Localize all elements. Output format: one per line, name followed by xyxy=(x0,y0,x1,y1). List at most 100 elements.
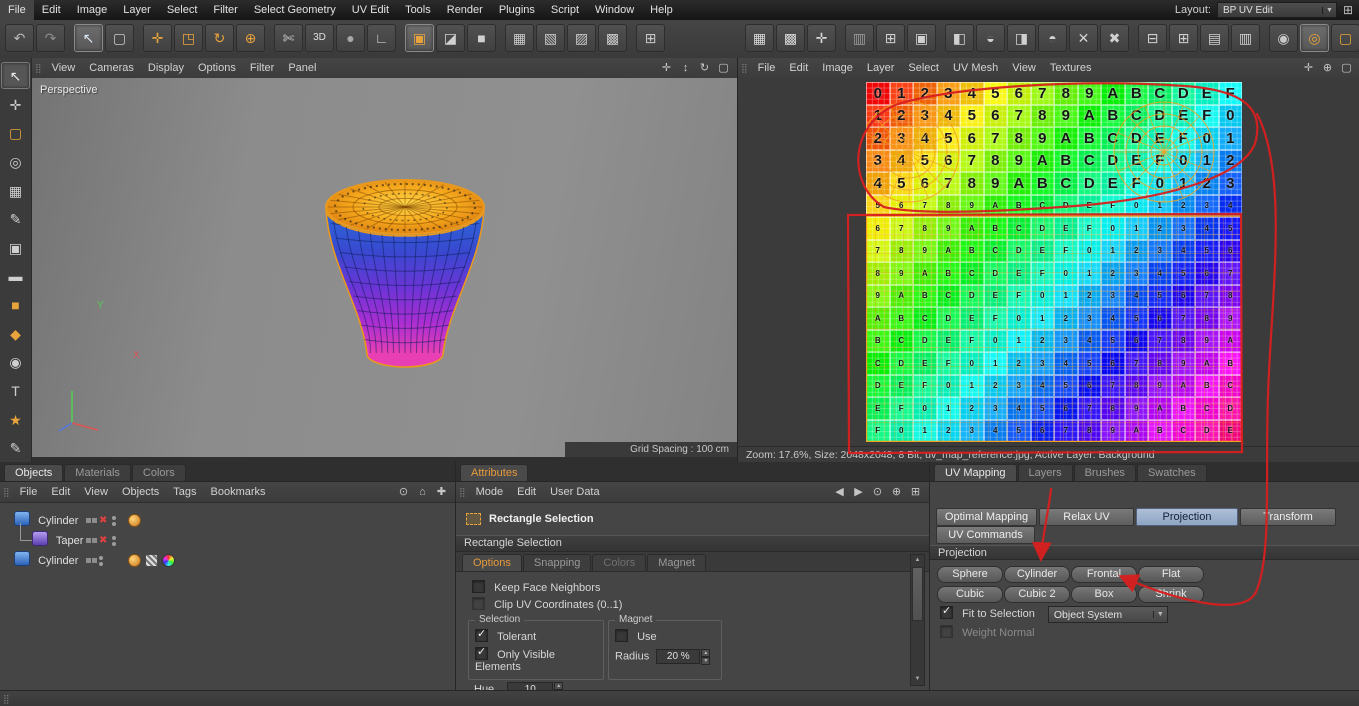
scrollbar-thumb[interactable] xyxy=(912,567,923,621)
panel-grip-icon[interactable]: ⣿ xyxy=(738,63,751,74)
layout-dropdown[interactable]: BP UV Edit ▼ xyxy=(1217,2,1337,18)
uv-move-icon[interactable]: ✛ xyxy=(1300,60,1317,76)
star-tool-icon[interactable]: ★ xyxy=(1,406,30,433)
objects-menu-view[interactable]: View xyxy=(77,482,115,502)
menu-plugins[interactable]: Plugins xyxy=(491,0,543,20)
rectangle-selection-icon[interactable]: ▢ xyxy=(105,24,134,52)
paintbrush-tool-icon[interactable]: ✎ xyxy=(1,205,30,232)
mirror-u-icon[interactable]: ◧ xyxy=(945,24,974,52)
tab-uv-mapping[interactable]: UV Mapping xyxy=(934,464,1017,481)
eraser-tool-icon[interactable]: ▬ xyxy=(1,262,30,289)
attributes-menu-edit[interactable]: Edit xyxy=(510,482,543,502)
phong-tag-icon[interactable] xyxy=(128,514,141,527)
sphere-primitive-icon[interactable]: ● xyxy=(336,24,365,52)
table-row[interactable]: Cylinder xyxy=(0,551,455,571)
tab-magnet[interactable]: Magnet xyxy=(647,554,706,571)
visibility-dots-icon[interactable] xyxy=(99,556,103,566)
marquee-select-tool-icon[interactable]: ▢ xyxy=(1,119,30,146)
menu-script[interactable]: Script xyxy=(543,0,587,20)
uv-menu-layer[interactable]: Layer xyxy=(860,58,902,78)
cylinder-object-icon[interactable] xyxy=(14,551,30,566)
tab-options[interactable]: Options xyxy=(462,554,522,571)
uv-menu-select[interactable]: Select xyxy=(901,58,946,78)
animation-mode-icon[interactable]: ▨ xyxy=(567,24,596,52)
uv-menu-textures[interactable]: Textures xyxy=(1043,58,1099,78)
uv-sphere-icon[interactable]: ◉ xyxy=(1269,24,1298,52)
clip-uv-checkbox[interactable] xyxy=(472,597,485,610)
viewport-menu-display[interactable]: Display xyxy=(141,58,191,78)
menu-uv-edit[interactable]: UV Edit xyxy=(344,0,397,20)
clipped-input[interactable]: 10 xyxy=(507,682,553,690)
last-tool-icon[interactable]: ⊕ xyxy=(236,24,265,52)
pixel-grid-icon[interactable]: ▥ xyxy=(845,24,874,52)
magnify-tool-icon[interactable]: ◎ xyxy=(1,148,30,175)
uv-menu-view[interactable]: View xyxy=(1005,58,1043,78)
menu-render[interactable]: Render xyxy=(439,0,491,20)
menu-file[interactable]: File xyxy=(0,0,34,20)
menu-help[interactable]: Help xyxy=(642,0,681,20)
unweld-uv-icon[interactable]: ✖ xyxy=(1100,24,1129,52)
viewport-menu-cameras[interactable]: Cameras xyxy=(82,58,141,78)
undo-icon[interactable]: ↶ xyxy=(5,24,34,52)
layer-icon[interactable] xyxy=(86,558,97,563)
history-forward-icon[interactable]: ▶ xyxy=(850,484,867,500)
scale-tool-icon[interactable]: ◳ xyxy=(174,24,203,52)
zoom-view-icon[interactable]: ↕ xyxy=(677,60,694,76)
lock-icon[interactable]: ⊕ xyxy=(888,484,905,500)
panel-icon[interactable]: ⊞ xyxy=(907,484,924,500)
object-name[interactable]: Cylinder xyxy=(38,515,78,527)
box-projection-button[interactable]: Box xyxy=(1071,586,1137,603)
uv-point-mode-icon[interactable]: ▦ xyxy=(745,24,774,52)
menu-window[interactable]: Window xyxy=(587,0,642,20)
uv-rect-select-icon[interactable]: ▢ xyxy=(1331,24,1359,52)
layer-icon[interactable] xyxy=(86,518,97,523)
panel-grip-icon[interactable]: ⣿ xyxy=(32,63,45,74)
section-header[interactable]: Rectangle Selection xyxy=(456,535,929,552)
objects-menu-objects[interactable]: Objects xyxy=(115,482,166,502)
layout-manager-icon[interactable]: ⊞ xyxy=(1343,3,1353,17)
dropper-tool-icon[interactable]: ◆ xyxy=(1,320,30,347)
tab-materials[interactable]: Materials xyxy=(64,464,131,481)
tab-colors[interactable]: Colors xyxy=(592,554,646,571)
rotate-view-icon[interactable]: ↻ xyxy=(696,60,713,76)
search-icon[interactable]: ⊙ xyxy=(869,484,886,500)
scroll-down-icon[interactable]: ▼ xyxy=(911,674,924,685)
projection-section-header[interactable]: Projection xyxy=(930,545,1359,560)
history-back-icon[interactable]: ◀ xyxy=(831,484,848,500)
uv-texture-grid[interactable]: 0123456789ABCDEF123456789ABCDEF023456789… xyxy=(866,82,1242,442)
texture-mode-icon[interactable]: ▩ xyxy=(598,24,627,52)
table-row[interactable]: Taper ✖ xyxy=(0,531,455,551)
object-axis-mode-icon[interactable]: ▧ xyxy=(536,24,565,52)
attributes-menu-mode[interactable]: Mode xyxy=(469,482,511,502)
axis-icon[interactable]: ∟ xyxy=(367,24,396,52)
magnet-use-checkbox[interactable] xyxy=(615,629,628,642)
edges-mode-icon[interactable]: ◪ xyxy=(436,24,465,52)
uv-menu-uv-mesh[interactable]: UV Mesh xyxy=(946,58,1005,78)
selection-arrow-tool-icon[interactable]: ↖ xyxy=(1,62,30,89)
optimal-mapping-button[interactable]: Optimal Mapping xyxy=(936,508,1037,526)
transform-button[interactable]: Transform xyxy=(1240,508,1336,526)
flip-u-icon[interactable]: ◨ xyxy=(1007,24,1036,52)
tab-snapping[interactable]: Snapping xyxy=(523,554,592,571)
menu-tools[interactable]: Tools xyxy=(397,0,439,20)
tab-colors[interactable]: Colors xyxy=(132,464,186,481)
panel-grip-icon[interactable]: ⣿ xyxy=(0,487,13,498)
live-selection-icon[interactable]: ↖ xyxy=(74,24,103,52)
uv-menu-image[interactable]: Image xyxy=(815,58,860,78)
viewport-menu-view[interactable]: View xyxy=(45,58,83,78)
tab-layers[interactable]: Layers xyxy=(1018,464,1073,481)
projection-button[interactable]: Projection xyxy=(1136,508,1238,526)
object-name[interactable]: Taper xyxy=(56,535,84,547)
tolerant-checkbox[interactable] xyxy=(475,629,488,642)
uv-polygon-mode-icon[interactable]: ▩ xyxy=(776,24,805,52)
checker-view-icon[interactable]: ▣ xyxy=(907,24,936,52)
uv-canvas[interactable]: 0123456789ABCDEF123456789ABCDEF023456789… xyxy=(738,78,1359,446)
stack-uv-icon[interactable]: ▤ xyxy=(1200,24,1229,52)
objects-menu-tags[interactable]: Tags xyxy=(166,482,203,502)
only-visible-elements-checkbox[interactable] xyxy=(475,647,488,660)
model-mode-icon[interactable]: ▦ xyxy=(505,24,534,52)
disabled-x-icon[interactable]: ✖ xyxy=(99,531,107,551)
objects-menu-bookmarks[interactable]: Bookmarks xyxy=(204,482,273,502)
distribute-uv-icon[interactable]: ▥ xyxy=(1231,24,1260,52)
relax-uv-button[interactable]: Relax UV xyxy=(1039,508,1134,526)
